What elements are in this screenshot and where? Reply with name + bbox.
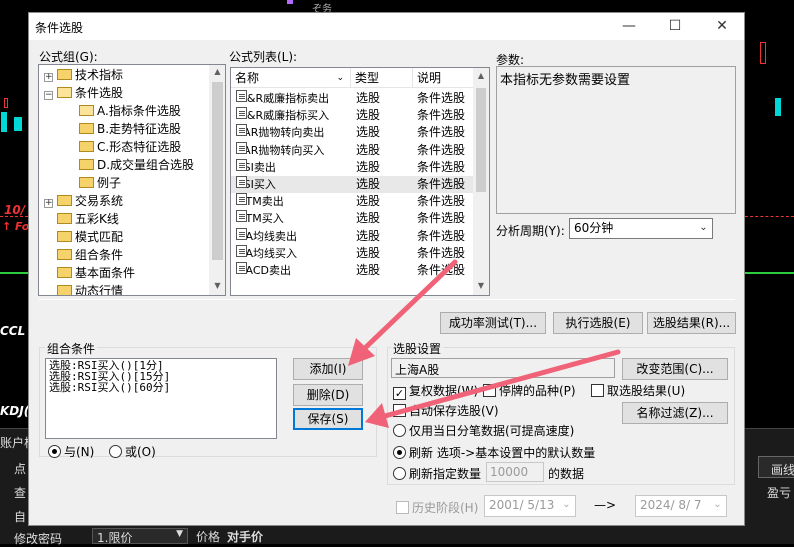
annotation-arrows: [348, 259, 621, 428]
arrow-to-save-button: [365, 349, 621, 428]
arrow-to-add-button: [348, 259, 458, 366]
